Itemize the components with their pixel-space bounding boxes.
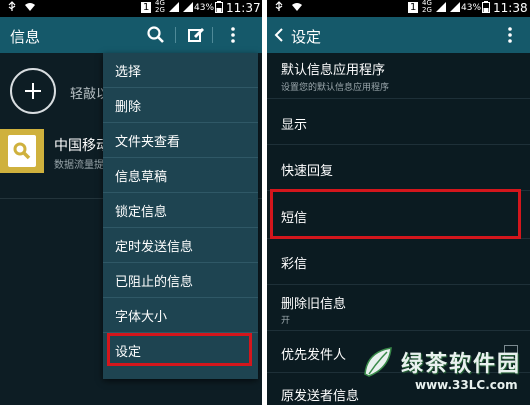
usb-icon: [8, 1, 16, 11]
search-icon: [13, 142, 31, 160]
conversation-name[interactable]: 中国移动: [54, 135, 110, 155]
menu-item-folder-view[interactable]: 文件夹查看: [103, 123, 258, 158]
clock: 11:38: [493, 1, 528, 15]
menu-item-scheduled[interactable]: 定时发送信息: [103, 228, 258, 263]
conversation-preview: 数据流量提: [54, 160, 104, 171]
battery-percent: 43%: [461, 3, 482, 13]
menu-item-drafts[interactable]: 信息草稿: [103, 158, 258, 193]
setting-default-app[interactable]: 默认信息应用程序 设置您的默认信息应用程序: [267, 53, 530, 99]
messages-screen: 1 4G 2G 43% 11:37 信息 轻敲以 中国移动 数据流量提 选择 删除…: [0, 0, 262, 405]
page-title[interactable]: 设定: [291, 26, 321, 47]
menu-item-lock[interactable]: 锁定信息: [103, 193, 258, 228]
setting-delete-old[interactable]: 删除旧信息 开: [267, 285, 530, 331]
action-bar: 信息: [0, 17, 262, 53]
highlight-box: [107, 333, 252, 366]
clock: 11:37: [226, 1, 261, 15]
watermark-title: 绿茶软件园: [401, 352, 522, 377]
network-type: 4G 2G: [422, 0, 432, 14]
network-type: 4G 2G: [155, 0, 165, 14]
watermark-url: www.33LC.com: [415, 378, 518, 392]
signal-icon: [436, 2, 446, 12]
battery-icon: [482, 1, 490, 13]
divider: [175, 27, 176, 43]
battery-percent: 43%: [194, 3, 215, 13]
tea-leaf-logo-icon: [364, 347, 392, 377]
menu-item-select[interactable]: 选择: [103, 53, 258, 88]
highlight-box: [270, 189, 521, 239]
compose-icon[interactable]: [186, 25, 206, 45]
sim-indicator: 1: [141, 2, 152, 13]
back-icon[interactable]: [273, 25, 285, 45]
battery-icon: [215, 1, 223, 13]
contact-avatar[interactable]: [0, 129, 44, 173]
page-title: 信息: [10, 28, 41, 46]
usb-icon: [275, 1, 283, 11]
divider: [212, 27, 213, 43]
menu-item-blocked[interactable]: 已阻止的信息: [103, 263, 258, 298]
signal-icon-2: [450, 2, 460, 12]
wifi-status-icon: [292, 3, 302, 11]
search-icon[interactable]: [146, 25, 166, 45]
setting-display[interactable]: 显示: [267, 99, 530, 145]
signal-icon: [169, 2, 179, 12]
menu-item-font-size[interactable]: 字体大小: [103, 298, 258, 333]
status-bar: 1 4G 2G 43% 11:38: [267, 0, 530, 17]
setting-quick-reply[interactable]: 快速回复: [267, 145, 530, 191]
action-bar: 设定: [267, 17, 530, 53]
sim-indicator: 1: [408, 2, 419, 13]
signal-icon-2: [183, 2, 193, 12]
new-message-button[interactable]: [10, 68, 56, 114]
menu-item-delete[interactable]: 删除: [103, 88, 258, 123]
watermark: 绿茶软件园 www.33LC.com: [355, 336, 530, 405]
more-options-icon[interactable]: [228, 25, 238, 45]
status-bar: 1 4G 2G 43% 11:37: [0, 0, 262, 17]
more-options-icon[interactable]: [505, 25, 515, 45]
wifi-status-icon: [25, 3, 35, 11]
setting-mms[interactable]: 彩信: [267, 239, 530, 285]
overflow-menu: 选择 删除 文件夹查看 信息草稿 锁定信息 定时发送信息 已阻止的信息 字体大小…: [103, 53, 258, 379]
